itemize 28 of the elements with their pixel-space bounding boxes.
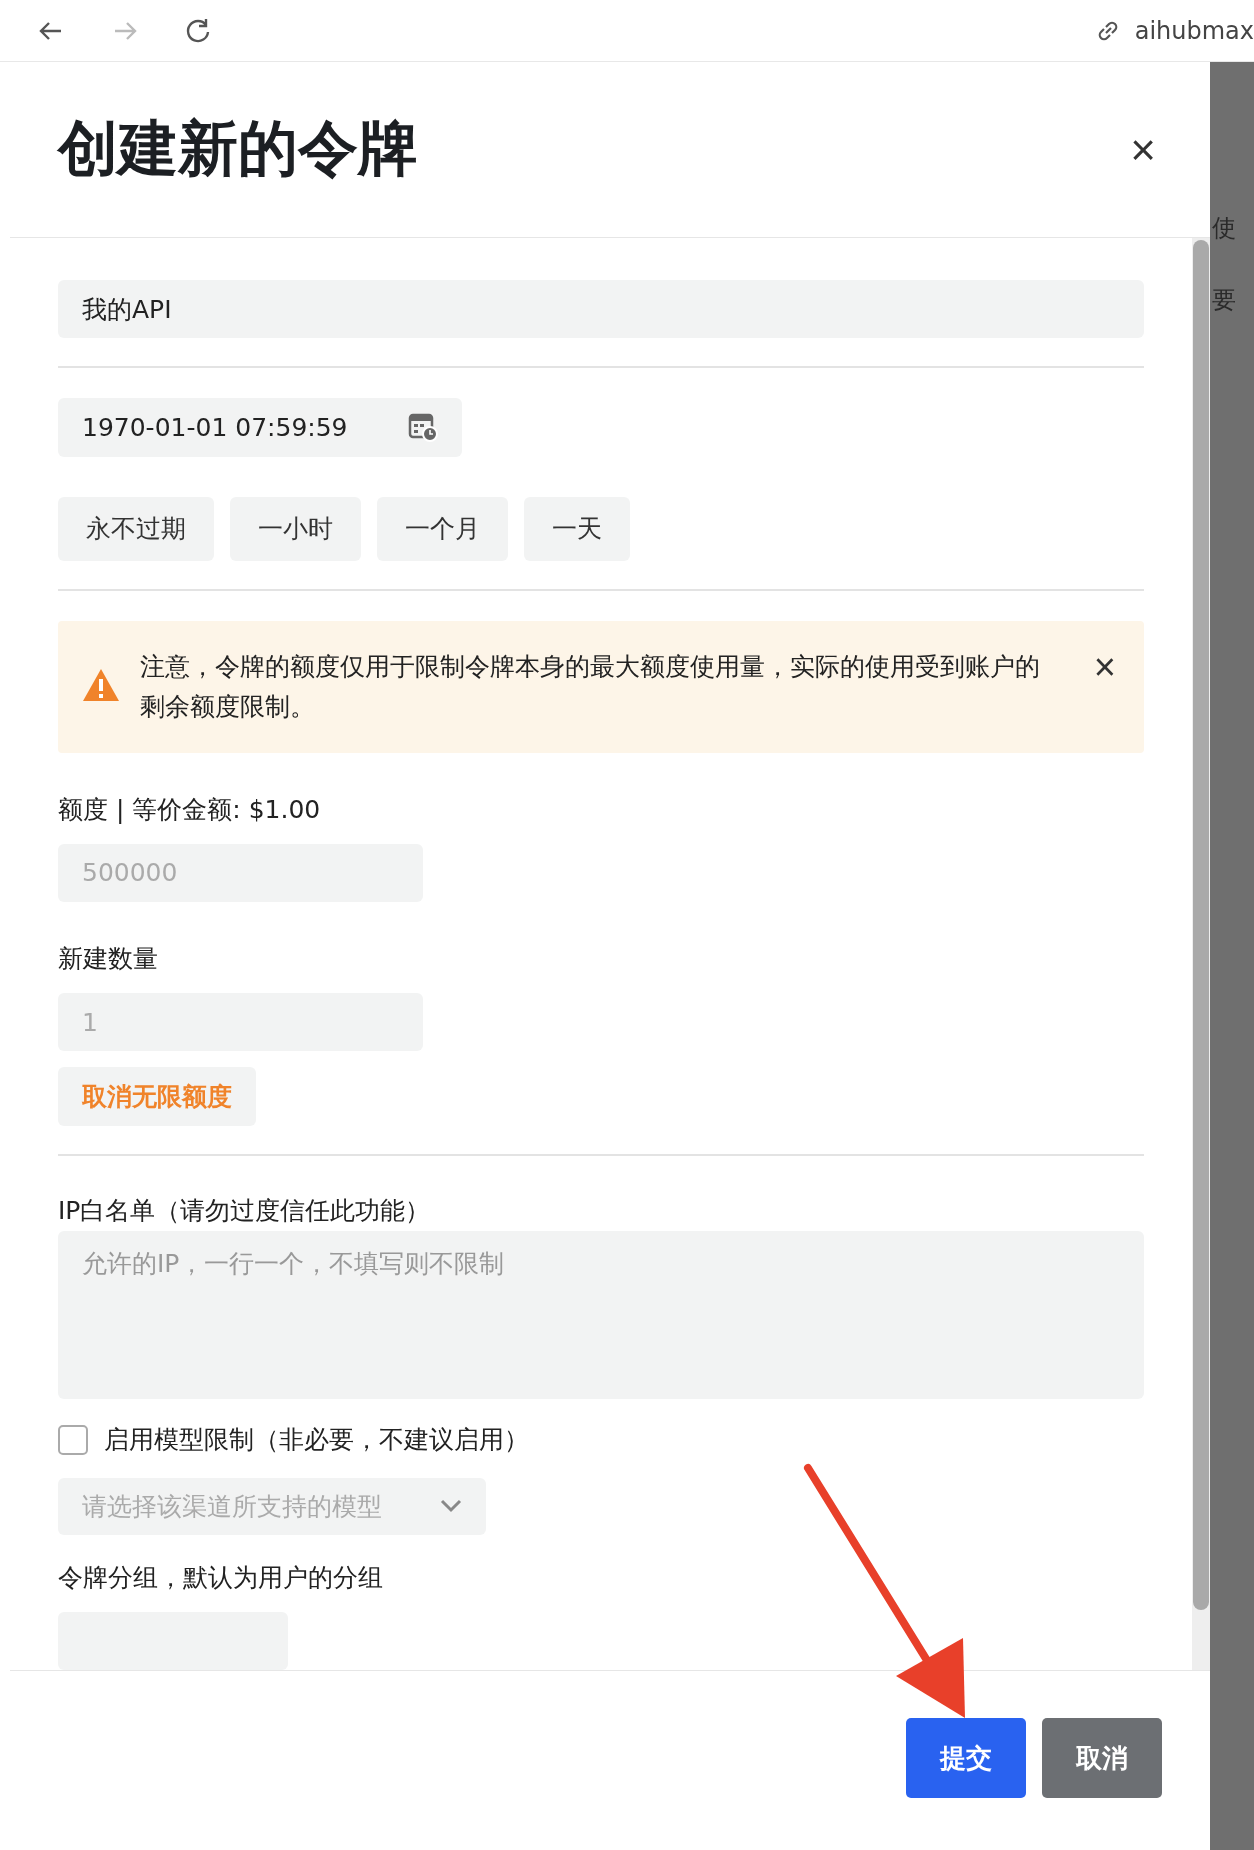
ip-whitelist-label: IP白名单（请勿过度信任此功能） [58,1194,432,1227]
ip-whitelist-textarea[interactable]: 允许的IP，一行一个，不填写则不限制 [58,1230,1144,1400]
chevron-down-icon [440,1499,462,1514]
quota-input[interactable]: 500000 [58,843,423,902]
close-button[interactable]: × [1126,127,1160,172]
background-text: 使 [1212,213,1236,244]
calendar-clock-icon [408,412,438,443]
alert-close-button[interactable]: × [1093,646,1116,687]
background-text: 要 [1212,285,1236,316]
group-field[interactable] [58,1611,288,1670]
quota-label: 额度 | 等价金额: $1.00 [58,793,322,826]
preset-button[interactable]: 永不过期 [58,496,214,561]
scrollbar-thumb[interactable] [1193,240,1209,1610]
count-input[interactable]: 1 [58,992,423,1052]
checkbox-label: 启用模型限制（非必要，不建议启用） [104,1424,529,1457]
preset-button[interactable]: 一个月 [377,496,508,561]
cancel-button[interactable]: 取消 [1042,1718,1162,1798]
dialog-title: 创建新的令牌 [58,112,418,185]
preset-button[interactable]: 一天 [524,496,630,561]
group-label: 令牌分组，默认为用户的分组 [58,1561,384,1594]
preset-button[interactable]: 一小时 [230,496,361,561]
name-input[interactable]: 我的API [58,280,1144,339]
date-field[interactable]: 1970-01-01 07:59:59 [58,398,462,457]
address-text[interactable]: aihubmax [1134,16,1254,45]
count-label: 新建数量 [58,942,159,975]
submit-button[interactable]: 提交 [906,1718,1026,1798]
checkbox[interactable] [58,1424,88,1455]
alert-message: 注意，令牌的额度仅用于限制令牌本身的最大额度使用量，实际的使用受到账户的剩余额度限制。 [140,650,1041,723]
